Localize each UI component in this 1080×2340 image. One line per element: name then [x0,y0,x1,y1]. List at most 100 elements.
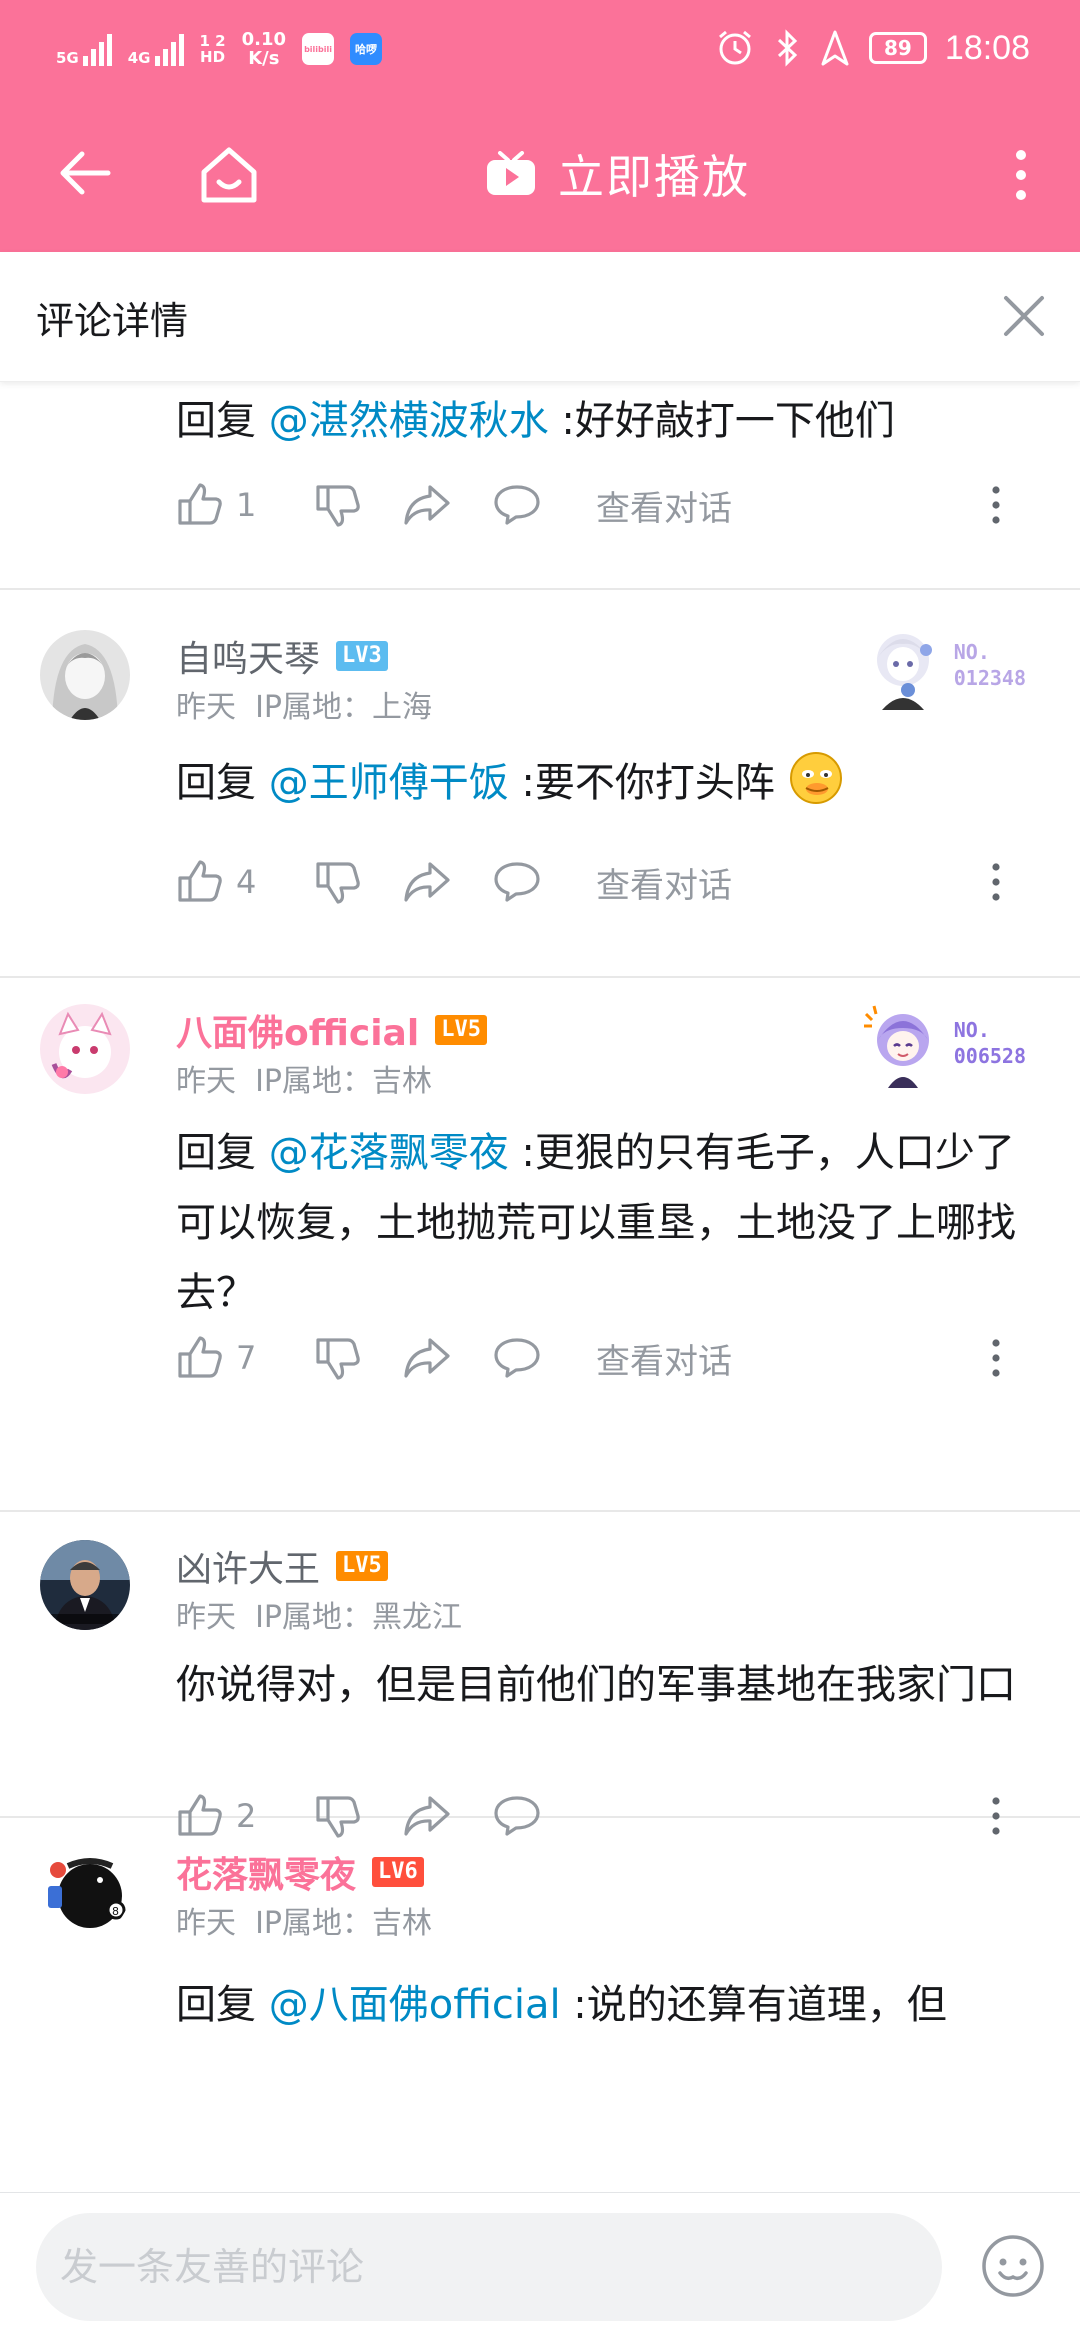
avatar-image [40,1540,130,1630]
comment-more-button[interactable] [976,1328,1016,1388]
mention-link[interactable]: @王师傅干饭 [269,760,509,806]
comment-item: 回复 @湛然横波秋水 :好好敲打一下他们 1 查看对话 [0,382,1080,590]
comment-actions: 1 查看对话 [176,475,1016,535]
chat-bubble-icon [494,1338,540,1378]
comment-body: 回复 @花落飘零夜 :更狠的只有毛子，人口少了可以恢复，土地抛荒可以重垦，土地没… [176,1118,1044,1328]
fan-card-character-icon [863,1005,929,1088]
signal-4g: 4G [128,32,184,66]
card-no-label: NO. [953,1018,990,1042]
share-icon [404,1338,450,1378]
close-button[interactable] [996,288,1052,344]
comment-item: 8 花落飘零夜 LV6 昨天 IP属地：吉林 回复 @八面佛official :… [0,1818,1080,2192]
top-header: 5G 4G 1 2 HD 0.10 K/s bilibili 哈啰 89 18:… [0,0,1080,252]
signal-bars-icon [154,32,184,66]
clock: 18:08 [944,28,1030,67]
view-dialog-link[interactable]: 查看对话 [596,852,732,912]
level-badge: LV5 [435,1015,487,1045]
play-now-button[interactable]: 立即播放 [486,134,750,214]
dislike-button[interactable] [314,1328,362,1388]
like-count: 4 [236,863,257,901]
comment-body: 回复 @湛然横波秋水 :好好敲打一下他们 [176,386,1046,456]
reply-button[interactable] [492,852,542,912]
more-vertical-icon [992,863,1000,901]
mention-link[interactable]: @花落飘零夜 [269,1130,509,1176]
battery-icon: 89 [868,32,927,64]
username[interactable]: 凶许大王 [176,1540,320,1592]
view-dialog-link[interactable]: 查看对话 [596,1328,732,1388]
more-vertical-icon [992,1339,1000,1377]
comment-item: 自鸣天琴 LV3 昨天 IP属地：上海 NO. 012348 回复 @王师傅干饭 … [0,590,1080,978]
bilibili-notification-icon: bilibili [302,33,335,65]
app2-label: 哈啰 [355,43,378,56]
comment-meta: 昨天 IP属地：吉林 [176,1056,432,1100]
username-row: 八面佛official LV5 [176,1004,487,1056]
fan-card-number: NO. 012348 [954,639,1026,691]
avatar[interactable] [40,1540,130,1630]
svg-text:8: 8 [112,1905,119,1918]
app1-label: bilibili [304,44,332,54]
like-button[interactable]: 4 [176,852,274,912]
reply-button[interactable] [492,475,542,535]
fan-card[interactable]: NO. 012348 [858,620,1026,710]
fan-card[interactable]: NO. 006528 [858,998,1026,1088]
back-button[interactable] [50,138,120,208]
thumbs-down-icon [316,485,360,527]
comment-actions: 4 查看对话 [176,852,1016,912]
comment-input[interactable] [36,2213,942,2321]
more-menu-button[interactable] [986,138,1056,212]
ip-location: IP属地：黑龙江 [255,1600,463,1635]
reply-prefix: 回复 [176,398,269,444]
comment-time: 昨天 [176,1064,236,1099]
avatar[interactable] [40,1004,130,1094]
like-count: 7 [236,1339,257,1377]
reply-button[interactable] [492,1328,542,1388]
emoji-icon[interactable] [980,2233,1046,2299]
reply-prefix: 回复 [176,1982,269,2028]
app-bar: 立即播放 [0,110,1080,252]
comment-meta: 昨天 IP属地：黑龙江 [176,1592,462,1636]
fan-card-number: NO. 006528 [954,1017,1026,1069]
like-button[interactable]: 7 [176,1328,274,1388]
comment-detail-header: 评论详情 [0,252,1080,382]
hd-bottom: HD [200,48,226,66]
hd-top: 1 2 [199,32,226,50]
panel-title: 评论详情 [36,299,189,343]
username[interactable]: 八面佛official [176,1004,419,1056]
level-badge: LV5 [336,1551,388,1581]
signal-bars-icon [82,32,112,66]
share-button[interactable] [402,852,452,912]
like-button[interactable]: 1 [176,475,274,535]
ip-location: IP属地：上海 [255,690,433,725]
share-button[interactable] [402,475,452,535]
fan-card-character-icon [875,634,932,710]
speed-unit: K/s [248,48,280,69]
mention-link[interactable]: @八面佛official [269,1982,561,2028]
arrow-left-icon [60,151,111,195]
username[interactable]: 自鸣天琴 [176,630,320,682]
comment-item: 凶许大王 LV5 昨天 IP属地：黑龙江 你说得对，但是目前他们的军事基地在我家… [0,1512,1080,1838]
mention-link[interactable]: @湛然横波秋水 [269,398,549,444]
avatar[interactable] [40,630,130,720]
comment-more-button[interactable] [976,475,1016,535]
dislike-button[interactable] [314,852,362,912]
avatar[interactable]: 8 [40,1846,130,1936]
username[interactable]: 花落飘零夜 [176,1846,356,1898]
view-dialog-link[interactable]: 查看对话 [596,475,732,535]
avatar-image [40,630,130,720]
battery-level: 89 [883,36,912,60]
share-icon [404,485,450,525]
share-icon [404,862,450,902]
signal-5g: 5G [56,32,112,66]
home-button[interactable] [192,138,266,212]
comment-text: :好好敲打一下他们 [548,398,895,444]
speed-value: 0.10 [241,29,287,50]
card-no-value: 006528 [953,1044,1026,1068]
comment-more-button[interactable] [976,852,1016,912]
share-button[interactable] [402,1328,452,1388]
net1-label: 5G [56,49,79,67]
avatar-image: 8 [40,1846,130,1936]
dislike-button[interactable] [314,475,362,535]
comment-item: 八面佛official LV5 昨天 IP属地：吉林 NO. 006528 回复 … [0,978,1080,1382]
comment-feed[interactable]: 回复 @湛然横波秋水 :好好敲打一下他们 1 查看对话 自鸣天琴 LV3 昨天 … [0,382,1080,2192]
username-row: 凶许大王 LV5 [176,1540,388,1592]
